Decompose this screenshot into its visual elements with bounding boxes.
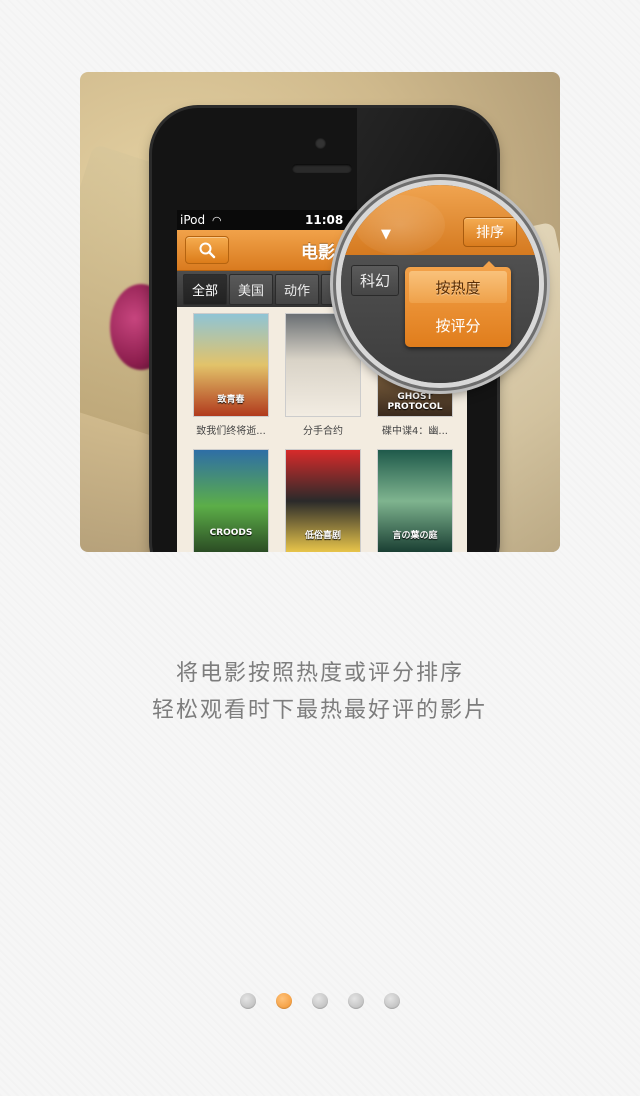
- speaker-grille: [292, 164, 352, 173]
- search-button[interactable]: [185, 236, 229, 264]
- carrier-label: iPod: [180, 213, 206, 227]
- movie-poster: 低俗喜剧: [285, 449, 361, 552]
- filter-chip-action[interactable]: 动作: [275, 273, 320, 305]
- page-dot[interactable]: [384, 993, 400, 1009]
- movie-poster: 言の葉の庭: [377, 449, 453, 552]
- page-dot[interactable]: [240, 993, 256, 1009]
- page-dot[interactable]: [312, 993, 328, 1009]
- movie-card[interactable]: 低俗喜剧: [283, 449, 363, 552]
- movie-card[interactable]: 致青春 致我们终将逝...: [191, 313, 271, 437]
- wifi-icon: ◠: [212, 214, 222, 227]
- description-line-2: 轻松观看时下最热最好评的影片: [151, 698, 488, 723]
- guide-page: iPod ◠ 11:08 电影 全部 美国 动作 致青春 致我们终将逝... 分…: [0, 0, 640, 1096]
- magnifier-lens: ▼ 排序 科幻 按热度 按评分: [336, 180, 544, 388]
- description-line-1: 将电影按照热度或评分排序: [175, 661, 464, 686]
- feature-description: 将电影按照热度或评分排序 轻松观看时下最热最好评的影片: [0, 655, 640, 729]
- page-dot-active[interactable]: [276, 993, 292, 1009]
- sort-dropdown: 按热度 按评分: [405, 261, 511, 347]
- movie-title: 分手合约: [303, 426, 343, 437]
- movie-poster: 致青春: [193, 313, 269, 417]
- caret-up-icon: [483, 261, 495, 267]
- sort-by-rating[interactable]: 按评分: [409, 309, 507, 341]
- movie-title: 碟中谍4：幽...: [382, 426, 448, 437]
- camera-icon: [315, 138, 326, 149]
- page-dot[interactable]: [348, 993, 364, 1009]
- movie-card[interactable]: 言の葉の庭: [375, 449, 455, 552]
- sort-button[interactable]: 排序: [463, 217, 517, 247]
- nav-title: 电影: [301, 243, 335, 263]
- movie-poster: CROODS: [193, 449, 269, 552]
- sort-by-popularity[interactable]: 按热度: [409, 271, 507, 303]
- movie-title: 致我们终将逝...: [196, 426, 266, 437]
- movie-card[interactable]: CROODS: [191, 449, 271, 552]
- filter-chip-scifi[interactable]: 科幻: [351, 265, 400, 296]
- filter-chip-all[interactable]: 全部: [183, 273, 228, 305]
- page-indicator: [0, 993, 640, 1009]
- status-time: 11:08: [305, 213, 344, 227]
- search-icon: [199, 242, 216, 259]
- filter-chip-us[interactable]: 美国: [229, 273, 274, 305]
